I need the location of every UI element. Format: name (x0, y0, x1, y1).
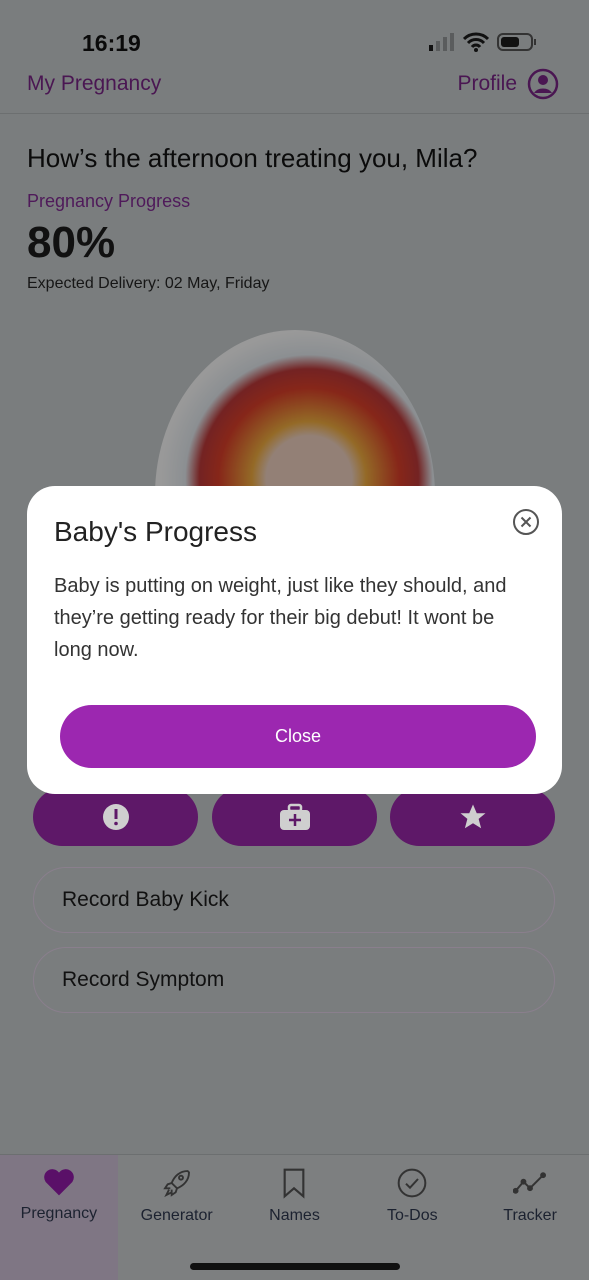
bookmark-icon (284, 1168, 305, 1199)
heart-icon (44, 1169, 74, 1196)
tab-pregnancy[interactable]: Pregnancy (0, 1155, 118, 1280)
babys-progress-dialog: Baby's Progress Baby is putting on weigh… (27, 486, 562, 794)
tab-label: Pregnancy (20, 1205, 98, 1222)
tab-tracker[interactable]: Tracker (471, 1155, 589, 1280)
progress-value: 80% (27, 218, 116, 267)
status-bar: 16:19 (0, 0, 589, 64)
nav-title: My Pregnancy (27, 72, 162, 95)
greeting: How’s the afternoon treating you, Mila? (27, 143, 478, 173)
tab-label: To-Dos (386, 1207, 438, 1224)
alert-icon (102, 804, 129, 830)
progress-label: Pregnancy Progress (27, 191, 191, 211)
home-indicator[interactable] (190, 1263, 400, 1270)
top-nav: My Pregnancy Profile (0, 64, 589, 114)
tab-todos[interactable]: To-Dos (353, 1155, 471, 1280)
tab-generator[interactable]: Generator (118, 1155, 236, 1280)
status-time: 16:19 (82, 30, 141, 56)
check-circle-icon (397, 1168, 427, 1198)
tab-label: Generator (140, 1207, 213, 1224)
expected-delivery: Expected Delivery: 02 May, Friday (27, 275, 270, 292)
battery-icon (497, 33, 536, 51)
dialog-body: Baby is putting on weight, just like the… (54, 575, 507, 661)
tab-bar: Pregnancy Generator Names To-Dos Tracker (0, 1154, 589, 1280)
first-aid-icon (279, 803, 310, 830)
close-icon[interactable] (512, 508, 540, 536)
close-button[interactable]: Close (60, 705, 536, 768)
rocket-icon (162, 1170, 190, 1198)
record-baby-kick-button[interactable]: Record Baby Kick (33, 867, 555, 933)
star-icon (460, 804, 485, 829)
tab-names[interactable]: Names (236, 1155, 354, 1280)
record-symptom-button[interactable]: Record Symptom (33, 947, 555, 1013)
signal-icon (429, 33, 454, 51)
profile-button[interactable]: Profile (457, 68, 559, 100)
star-button[interactable] (390, 788, 555, 846)
tab-label: Tracker (503, 1207, 557, 1224)
tab-label: Names (269, 1207, 320, 1224)
profile-icon (527, 68, 559, 100)
trend-icon (513, 1172, 547, 1194)
alert-button[interactable] (33, 788, 198, 846)
wifi-icon (463, 32, 489, 52)
dialog-title: Baby's Progress (54, 516, 257, 547)
profile-label: Profile (457, 72, 517, 95)
first-aid-button[interactable] (212, 788, 377, 846)
